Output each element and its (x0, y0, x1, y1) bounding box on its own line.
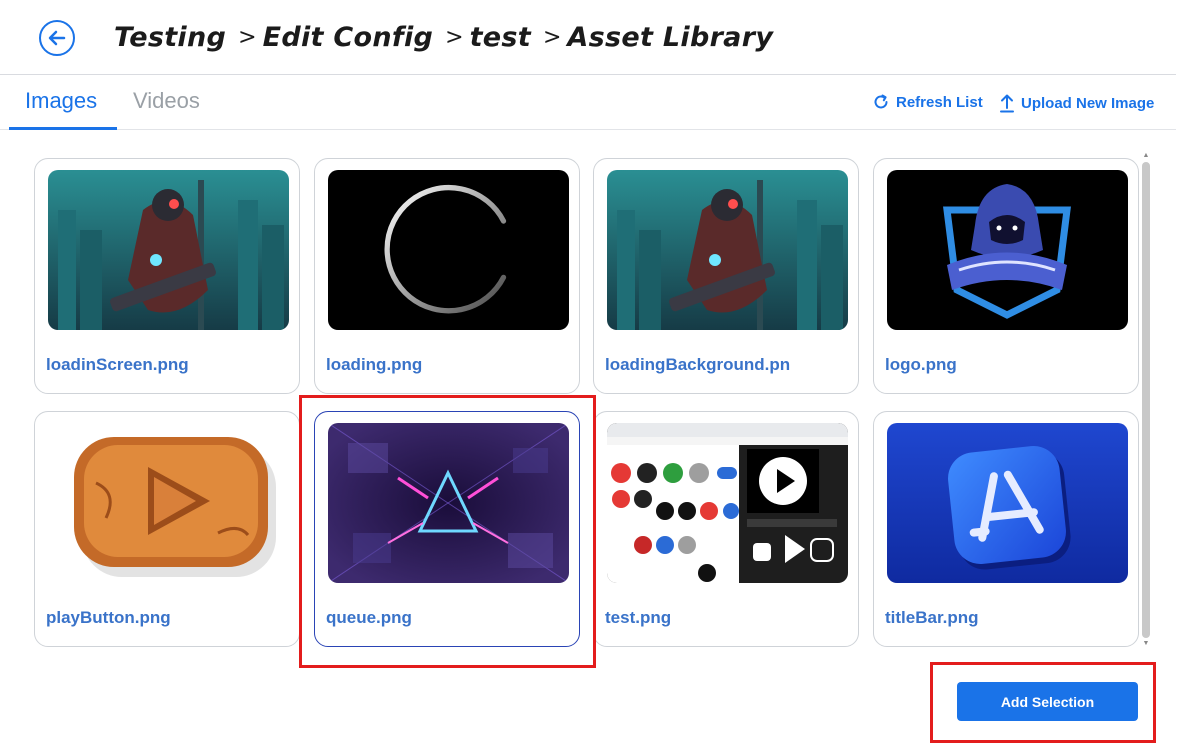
asset-filename: titleBar.png (885, 608, 979, 627)
tab-videos[interactable]: Videos (133, 88, 200, 114)
active-tab-indicator (9, 127, 117, 130)
asset-thumbnail (607, 170, 848, 330)
breadcrumb-separator: > (445, 24, 464, 50)
breadcrumb-item-asset-library: Asset Library (567, 21, 774, 53)
scroll-up-arrow-icon[interactable]: ▲ (1142, 152, 1150, 160)
breadcrumb-item-edit-config[interactable]: Edit Config (263, 22, 434, 53)
add-selection-button[interactable]: Add Selection (957, 682, 1138, 721)
asset-card-selected[interactable]: queue.png (314, 411, 580, 647)
asset-card[interactable]: loading.png (314, 158, 580, 394)
asset-library-page: Testing > Edit Config > test > Asset Lib… (0, 0, 1184, 750)
refresh-icon (874, 94, 888, 109)
arrow-left-icon (48, 30, 66, 46)
upload-icon (1000, 94, 1014, 113)
header: Testing > Edit Config > test > Asset Lib… (0, 0, 1176, 75)
tabs-bar: Images Videos Refresh List Upload New Im… (0, 76, 1176, 130)
asset-card[interactable]: loadingBackground.pn (593, 158, 859, 394)
refresh-list-button[interactable]: Refresh List (872, 93, 983, 111)
breadcrumb-item-testing[interactable]: Testing (114, 22, 226, 53)
refresh-list-label: Refresh List (896, 93, 983, 111)
asset-thumbnail (887, 170, 1128, 330)
breadcrumb-item-test[interactable]: test (470, 22, 531, 53)
scrollbar-thumb[interactable] (1142, 162, 1150, 638)
tab-images[interactable]: Images (25, 88, 97, 114)
asset-card[interactable]: test.png (593, 411, 859, 647)
grid-scrollbar[interactable]: ▲ ▼ (1140, 152, 1152, 648)
asset-filename: loadinScreen.png (46, 355, 189, 374)
asset-grid: loadinScreen.png loading.png loadingBack… (34, 158, 1140, 648)
asset-thumbnail (887, 423, 1128, 583)
breadcrumb-separator: > (238, 24, 257, 50)
asset-thumbnail (48, 170, 289, 330)
upload-new-image-label: Upload New Image (1021, 94, 1155, 112)
asset-filename: logo.png (885, 355, 957, 374)
back-button[interactable] (39, 20, 75, 56)
asset-card[interactable]: titleBar.png (873, 411, 1139, 647)
breadcrumb-separator: > (542, 24, 562, 50)
asset-filename: loadingBackground.pn (605, 355, 791, 374)
asset-filename: playButton.png (46, 608, 171, 627)
asset-filename: loading.png (326, 355, 423, 374)
asset-thumbnail (607, 423, 848, 583)
scroll-down-arrow-icon[interactable]: ▼ (1142, 640, 1150, 648)
asset-thumbnail (328, 170, 569, 330)
breadcrumb: Testing > Edit Config > test > Asset Lib… (114, 16, 773, 58)
upload-new-image-button[interactable]: Upload New Image (999, 93, 1154, 113)
asset-filename: queue.png (326, 608, 412, 627)
asset-card[interactable]: loadinScreen.png (34, 158, 300, 394)
asset-thumbnail (48, 423, 289, 583)
asset-filename: test.png (605, 608, 672, 627)
asset-card[interactable]: logo.png (873, 158, 1139, 394)
asset-thumbnail (328, 423, 569, 583)
asset-card[interactable]: playButton.png (34, 411, 300, 647)
